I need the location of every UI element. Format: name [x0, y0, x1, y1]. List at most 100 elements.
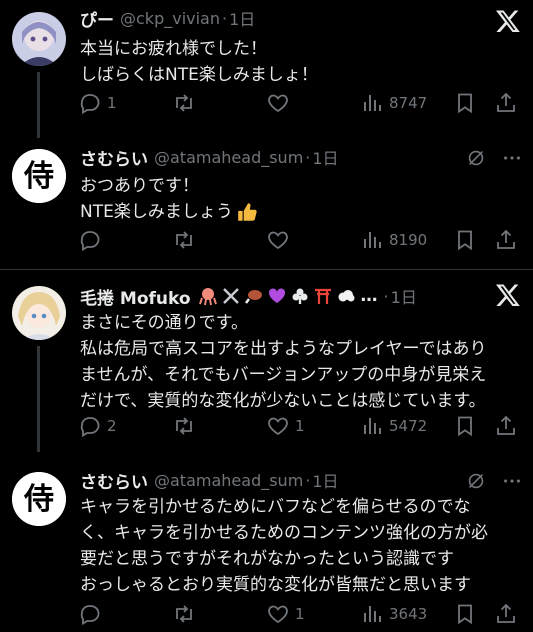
x-logo-icon[interactable] [495, 8, 521, 34]
post-header: さむらい @atamahead_sum · 1日 [80, 468, 463, 493]
display-name[interactable]: さむらい [80, 468, 148, 493]
views-icon [364, 232, 381, 248]
post-top-right-controls [465, 147, 523, 169]
post-text: キャラを引かせるためにバフなどを偏らせるのでな く、キャラを引かせるためのコンテ… [80, 494, 520, 598]
share-icon [497, 229, 515, 249]
bookmark-button[interactable] [453, 89, 477, 117]
post-line: しばらくはNTE楽しみましょ！ [80, 65, 318, 85]
display-name[interactable]: ぴー [80, 6, 114, 31]
torii-emoji-icon [314, 288, 331, 304]
reply-button[interactable]: 1 [78, 89, 117, 117]
action-bar: 1 8747 [78, 89, 518, 117]
action-bar: 1 3643 [78, 600, 518, 628]
more-icon[interactable] [501, 470, 523, 492]
retweet-button[interactable] [172, 600, 201, 628]
like-button[interactable]: 1 [266, 600, 305, 628]
heart-icon [268, 231, 288, 250]
share-button[interactable] [494, 89, 518, 117]
post-text: まさにその通りです。 私は危局で高スコアを出すようなプレイヤーではあり ませんが… [80, 310, 520, 414]
retweet-icon [176, 417, 192, 435]
name-emoji-group [197, 286, 357, 306]
post-samurai-reply-1[interactable]: 侍 さむらい @atamahead_sum · 1日 おつありです！ NTE楽し… [0, 135, 533, 269]
thumbs-up-emoji-icon [238, 203, 257, 221]
share-icon [497, 603, 515, 623]
reply-icon [80, 94, 100, 115]
post-line: 私は危局で高スコアを出すようなプレイヤーではあり [80, 339, 487, 359]
timestamp[interactable]: 1日 [312, 468, 338, 492]
separator-dot: · [222, 8, 228, 28]
like-button[interactable] [266, 89, 295, 117]
post-text: 本当にお疲れ様でした！ しばらくはNTE楽しみましょ！ [80, 36, 520, 88]
reply-button[interactable]: 2 [78, 412, 117, 440]
separator-dot: · [305, 147, 311, 167]
reply-button[interactable] [78, 226, 107, 254]
bookmark-icon [458, 416, 472, 437]
purple-heart-emoji-icon [268, 288, 285, 303]
post-line: 本当にお疲れ様でした！ [80, 39, 267, 59]
retweet-button[interactable] [172, 89, 201, 117]
share-icon [497, 415, 515, 435]
retweet-button[interactable] [172, 226, 201, 254]
handle[interactable]: @atamahead_sum [154, 471, 303, 490]
view-count: 8190 [389, 231, 428, 249]
post-line: く、キャラを引かせるためのコンテンツ強化の方が必 [80, 523, 488, 543]
like-count: 1 [295, 417, 305, 435]
handle[interactable]: @ckp_vivian [120, 9, 220, 28]
avatar[interactable] [12, 286, 66, 340]
more-icon[interactable] [501, 147, 523, 169]
views-button[interactable]: 3643 [360, 600, 427, 628]
reply-icon [80, 417, 100, 438]
views-button[interactable]: 8747 [360, 89, 427, 117]
timestamp[interactable]: 1日 [391, 284, 417, 308]
share-button[interactable] [494, 412, 518, 440]
thread-line [37, 346, 40, 452]
like-button[interactable]: 1 [266, 412, 305, 440]
reply-icon [80, 231, 100, 252]
heart-icon [268, 605, 288, 624]
retweet-icon [176, 231, 192, 249]
share-icon [497, 92, 515, 112]
retweet-button[interactable] [172, 412, 201, 440]
x-logo-icon[interactable] [495, 282, 521, 308]
share-button[interactable] [494, 600, 518, 628]
post-samurai-reply-2[interactable]: 侍 さむらい @atamahead_sum · 1日 キャラを引かせるためにバフ… [0, 450, 533, 632]
display-name[interactable]: さむらい [80, 145, 148, 170]
share-button[interactable] [494, 226, 518, 254]
bookmark-button[interactable] [453, 600, 477, 628]
display-name[interactable]: 毛捲 Mofuko [80, 284, 191, 309]
views-icon [364, 606, 381, 622]
bookmark-icon [458, 93, 472, 114]
reply-button[interactable] [78, 600, 107, 628]
post-mofuko[interactable]: 毛捲 Mofuko … · 1日 まさにその通りです。 私は危局で高スコアを出す… [0, 270, 533, 452]
post-top-right-controls [465, 470, 523, 492]
like-button[interactable] [266, 226, 295, 254]
grok-icon[interactable] [465, 470, 487, 492]
views-button[interactable]: 5472 [360, 412, 427, 440]
bookmark-button[interactable] [453, 226, 477, 254]
timestamp[interactable]: 1日 [229, 6, 255, 30]
retweet-icon [176, 94, 192, 112]
cloud-emoji-icon [338, 290, 355, 302]
post-header: ぴー @ckp_vivian · 1日 [80, 6, 493, 31]
post-ckp-vivian[interactable]: ぴー @ckp_vivian · 1日 本当にお疲れ様でした！ しばらくはNTE… [0, 0, 533, 138]
avatar-glyph: 侍 [23, 159, 54, 194]
post-line: おつありです！ [80, 176, 199, 196]
handle[interactable]: @atamahead_sum [154, 148, 303, 167]
views-icon [364, 95, 381, 111]
view-count: 5472 [389, 417, 428, 435]
bookmark-button[interactable] [453, 412, 477, 440]
post-line: 要だと思うですがそれがなかったという認識です [80, 549, 454, 569]
like-count: 1 [295, 605, 305, 623]
timestamp[interactable]: 1日 [312, 145, 338, 169]
post-line: まさにその通りです。 [80, 313, 248, 333]
avatar[interactable]: 侍 [12, 472, 66, 526]
avatar[interactable] [12, 12, 66, 66]
post-line-text: NTE楽しみましょう [80, 202, 233, 222]
post-line: おっしゃるとおり実質的な変化が皆無だと思います [80, 575, 471, 595]
views-button[interactable]: 8190 [360, 226, 427, 254]
grok-icon[interactable] [465, 147, 487, 169]
post-text: おつありです！ NTE楽しみましょう [80, 173, 520, 225]
separator-dot: · [383, 286, 389, 306]
avatar[interactable]: 侍 [12, 149, 66, 203]
name-ellipsis: … [360, 286, 378, 306]
